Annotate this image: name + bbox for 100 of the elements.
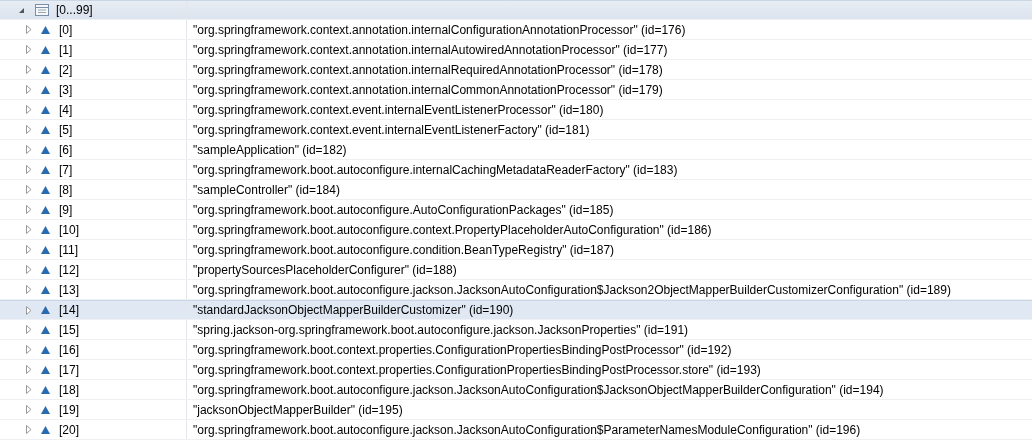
tree-row[interactable]: [1] "org.springframework.context.annotation.internalAutowiredAnnotationProcessor" (id=177) [0, 40, 1032, 60]
value-text: "org.springframework.context.annotation.internalCommonAnnotationProcessor" (id=179) [193, 82, 663, 97]
array-label: [0...99] [56, 3, 93, 17]
tree-row[interactable]: [9] "org.springframework.boot.autoconfigure.AutoConfigurationPackages" (id=185) [0, 200, 1032, 220]
tree-row[interactable]: [3] "org.springframework.context.annotation.internalCommonAnnotationProcessor" (id=179) [0, 80, 1032, 100]
expand-arrow-icon[interactable] [26, 145, 32, 154]
tree-row[interactable]: [12] "propertySourcesPlaceholderConfigurer" (id=188) [0, 260, 1032, 280]
triangle-icon [41, 385, 50, 394]
index-label: [9] [59, 202, 73, 217]
triangle-icon [41, 65, 50, 74]
index-label: [20] [59, 422, 79, 437]
value-text: "spring.jackson-org.springframework.boot.autoconfigure.jackson.JacksonProperties" (id=191) [193, 322, 689, 337]
expand-arrow-icon[interactable] [26, 285, 32, 294]
index-label: [18] [59, 382, 79, 397]
triangle-icon [41, 85, 50, 94]
value-text: "org.springframework.boot.autoconfigure.AutoConfigurationPackages" (id=185) [193, 202, 614, 217]
tree-row[interactable]: [18] "org.springframework.boot.autoconfigure.jackson.JacksonAutoConfiguration$JacksonObjectMapperBuilderConfiguration" (id=194) [0, 380, 1032, 400]
expand-arrow-icon[interactable] [26, 265, 32, 274]
expand-arrow-icon[interactable] [26, 385, 32, 394]
expand-arrow-icon[interactable] [26, 25, 32, 34]
triangle-icon [41, 25, 50, 34]
value-text: "sampleController" (id=184) [193, 182, 340, 197]
index-label: [13] [59, 282, 79, 297]
tree-row[interactable]: [20] "org.springframework.boot.autoconfigure.jackson.JacksonAutoConfiguration$ParameterNamesModuleConfiguration" (id=196) [0, 420, 1032, 440]
tree-row[interactable]: [16] "org.springframework.boot.context.properties.ConfigurationPropertiesBindingPostProcessor" (id=192) [0, 340, 1032, 360]
expand-arrow-icon[interactable] [26, 205, 32, 214]
tree-row[interactable]: [19] "jacksonObjectMapperBuilder" (id=195) [0, 400, 1032, 420]
tree-row[interactable]: [14] "standardJacksonObjectMapperBuilderCustomizer" (id=190) [0, 300, 1032, 320]
value-text: "org.springframework.boot.autoconfigure.jackson.JacksonAutoConfiguration$ParameterNamesModuleConfiguration" (id=196) [193, 422, 861, 437]
tree-row[interactable]: [6] "sampleApplication" (id=182) [0, 140, 1032, 160]
collapse-arrow-icon[interactable] [18, 6, 25, 14]
expand-arrow-icon[interactable] [26, 405, 32, 414]
tree-row[interactable]: [17] "org.springframework.boot.context.properties.ConfigurationPropertiesBindingPostProcessor.store" (id=193) [0, 360, 1032, 380]
tree-row[interactable]: [2] "org.springframework.context.annotation.internalRequiredAnnotationProcessor" (id=178) [0, 60, 1032, 80]
index-label: [6] [59, 142, 73, 157]
triangle-icon [41, 145, 50, 154]
index-label: [19] [59, 402, 79, 417]
triangle-icon [41, 365, 50, 374]
index-label: [7] [59, 162, 73, 177]
tree-row[interactable]: [15] "spring.jackson-org.springframework.boot.autoconfigure.jackson.JacksonProperties" (id=191) [0, 320, 1032, 340]
tree-row[interactable]: [0] "org.springframework.context.annotation.internalConfigurationAnnotationProcessor" (id=176) [0, 20, 1032, 40]
index-label: [4] [59, 102, 73, 117]
value-text: "sampleApplication" (id=182) [193, 142, 347, 157]
tree-row[interactable]: [11] "org.springframework.boot.autoconfigure.condition.BeanTypeRegistry" (id=187) [0, 240, 1032, 260]
expand-arrow-icon[interactable] [26, 65, 32, 74]
triangle-icon [41, 105, 50, 114]
index-label: [17] [59, 362, 79, 377]
triangle-icon [41, 345, 50, 354]
tree-row[interactable]: [10] "org.springframework.boot.autoconfigure.context.PropertyPlaceholderAutoConfiguration" (id=186) [0, 220, 1032, 240]
index-label: [14] [59, 303, 79, 317]
index-label: [0] [59, 22, 73, 37]
tree-row[interactable]: [4] "org.springframework.context.event.internalEventListenerProcessor" (id=180) [0, 100, 1032, 120]
triangle-icon [41, 285, 50, 294]
triangle-icon [41, 205, 50, 214]
expand-arrow-icon[interactable] [26, 165, 32, 174]
triangle-icon [41, 265, 50, 274]
expand-arrow-icon[interactable] [26, 125, 32, 134]
expand-arrow-icon[interactable] [26, 225, 32, 234]
expand-arrow-icon[interactable] [26, 245, 32, 254]
index-label: [1] [59, 42, 73, 57]
value-text: "org.springframework.boot.autoconfigure.internalCachingMetadataReaderFactory" (id=183) [193, 162, 678, 177]
index-label: [15] [59, 322, 79, 337]
array-icon [34, 3, 50, 17]
expand-arrow-icon[interactable] [26, 345, 32, 354]
tree-row[interactable]: [5] "org.springframework.context.event.internalEventListenerFactory" (id=181) [0, 120, 1032, 140]
tree-row[interactable]: [7] "org.springframework.boot.autoconfigure.internalCachingMetadataReaderFactory" (id=183) [0, 160, 1032, 180]
value-text: "org.springframework.boot.context.properties.ConfigurationPropertiesBindingPostProcessor" (id=192) [193, 342, 732, 357]
expand-arrow-icon[interactable] [26, 365, 32, 374]
value-text: "org.springframework.context.annotation.internalRequiredAnnotationProcessor" (id=178) [193, 62, 663, 77]
triangle-icon [41, 125, 50, 134]
expand-arrow-icon[interactable] [26, 45, 32, 54]
triangle-icon [41, 325, 50, 334]
triangle-icon [41, 425, 50, 434]
triangle-icon [41, 245, 50, 254]
value-text: "propertySourcesPlaceholderConfigurer" (id=188) [193, 262, 457, 277]
value-text: "org.springframework.boot.autoconfigure.condition.BeanTypeRegistry" (id=187) [193, 242, 615, 257]
expand-arrow-icon[interactable] [26, 85, 32, 94]
triangle-icon [41, 45, 50, 54]
value-text: "org.springframework.context.event.internalEventListenerFactory" (id=181) [193, 122, 590, 137]
value-text: "jacksonObjectMapperBuilder" (id=195) [193, 402, 403, 417]
tree-row[interactable]: [8] "sampleController" (id=184) [0, 180, 1032, 200]
triangle-icon [41, 306, 50, 314]
index-label: [11] [59, 242, 79, 257]
expand-arrow-icon[interactable] [26, 305, 32, 315]
value-text: "org.springframework.context.annotation.internalConfigurationAnnotationProcessor" (id=176) [193, 22, 686, 37]
expand-arrow-icon[interactable] [26, 325, 32, 334]
index-label: [16] [59, 342, 79, 357]
index-label: [8] [59, 182, 73, 197]
expand-arrow-icon[interactable] [26, 105, 32, 114]
expand-arrow-icon[interactable] [26, 425, 32, 434]
index-label: [12] [59, 262, 79, 277]
value-text: "org.springframework.boot.autoconfigure.jackson.JacksonAutoConfiguration$Jackson2ObjectMapperBuilderCustomizerConfiguration" (id=189) [193, 282, 951, 297]
value-text: "standardJacksonObjectMapperBuilderCustomizer" (id=190) [193, 303, 514, 317]
triangle-icon [41, 405, 50, 414]
value-text: "org.springframework.context.event.internalEventListenerProcessor" (id=180) [193, 102, 604, 117]
index-label: [2] [59, 62, 73, 77]
triangle-icon [41, 225, 50, 234]
value-text: "org.springframework.boot.autoconfigure.jackson.JacksonAutoConfiguration$JacksonObjectMapperBuilderConfiguration" (id=194) [193, 382, 884, 397]
tree-row[interactable]: [0...99] [0, 0, 1032, 20]
expand-arrow-icon[interactable] [26, 185, 32, 194]
